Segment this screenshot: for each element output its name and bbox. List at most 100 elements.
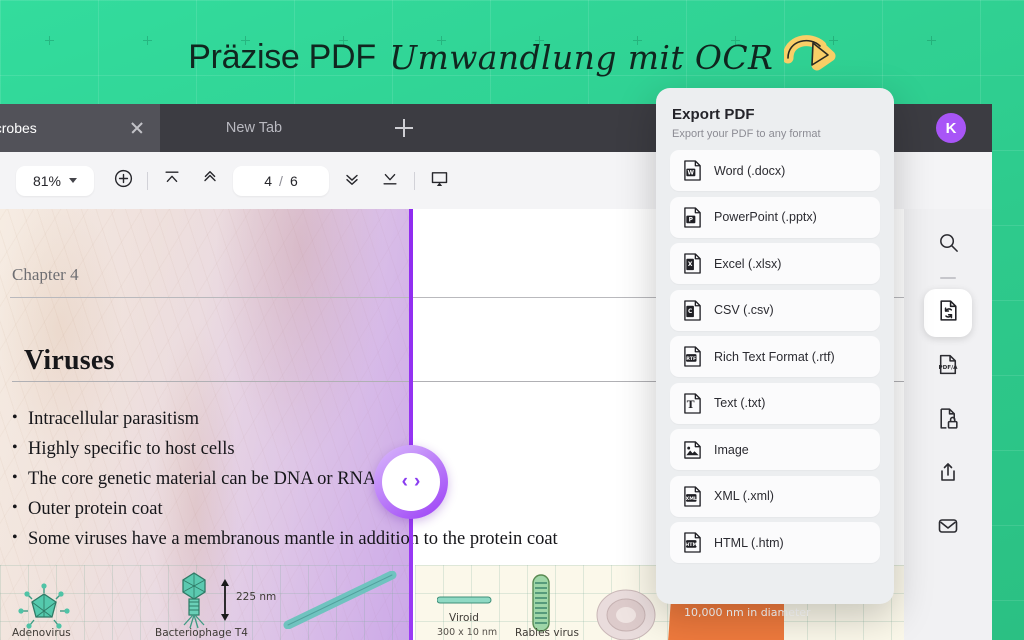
figure-size-viroid: 300 x 10 nm: [437, 627, 498, 638]
grid-plus-marker: [829, 36, 838, 45]
plus-icon: [395, 119, 413, 137]
export-format-list: W Word (.docx) P PowerPoint (.pptx) X Ex…: [656, 150, 894, 563]
file-excel-icon: X: [683, 253, 702, 274]
grid-plus-marker: [731, 36, 740, 45]
prev-page-button[interactable]: [191, 162, 229, 200]
tools-rail: PDF/A: [904, 209, 992, 640]
figure-label-viroid: Viroid: [449, 612, 479, 624]
export-option-xml-label: XML (.xml): [714, 489, 774, 503]
viroid-figure-icon: [437, 596, 492, 604]
figure-label-adenovirus: Adenovirus: [12, 627, 71, 639]
jump-to-first-page-icon: [162, 168, 182, 193]
list-item: Intracellular parasitism: [8, 403, 411, 434]
pdf-a-button[interactable]: PDF/A: [924, 343, 972, 391]
grid-plus-marker: [535, 36, 544, 45]
chevron-right-icon: ›: [414, 471, 421, 492]
file-ppt-icon: P: [683, 206, 702, 228]
svg-text:XML: XML: [686, 495, 697, 501]
next-page-button[interactable]: [333, 162, 371, 200]
protect-pdf-button[interactable]: [924, 397, 972, 445]
page-total: 6: [289, 172, 298, 189]
present-mode-button[interactable]: [420, 162, 458, 200]
comparison-slider-handle-inner: ‹ ›: [382, 453, 440, 511]
toolbar-divider: [147, 171, 148, 190]
export-option-powerpoint-label: PowerPoint (.pptx): [714, 210, 817, 224]
measurement-arrow-icon: [221, 579, 229, 621]
bacteriophage-figure-icon: [182, 572, 206, 629]
bullet-list-before: Intracellular parasitism Highly specific…: [8, 403, 411, 554]
export-option-xml[interactable]: XML XML (.xml): [670, 475, 880, 517]
export-pdf-panel: Export PDF Export your PDF to any format…: [656, 88, 894, 604]
svg-text:T: T: [687, 399, 695, 411]
svg-text:PDF/A: PDF/A: [938, 365, 958, 371]
chevron-down-double-icon: [342, 168, 362, 193]
export-option-word-label: Word (.docx): [714, 163, 786, 178]
list-item: Some viruses have a membranous mantle in…: [8, 523, 411, 554]
export-panel-subtitle: Export your PDF to any format: [672, 128, 821, 140]
page-current: 4: [264, 172, 273, 189]
chapter-label-before: Chapter 4: [12, 265, 79, 284]
tab-new-tab[interactable]: New Tab: [160, 104, 348, 152]
export-option-word[interactable]: W Word (.docx): [670, 150, 880, 191]
close-icon[interactable]: [128, 119, 146, 137]
export-option-powerpoint[interactable]: P PowerPoint (.pptx): [670, 196, 880, 238]
list-item: The core genetic material can be DNA or …: [8, 463, 411, 494]
share-icon: [936, 460, 960, 489]
email-icon: [936, 514, 960, 543]
email-button[interactable]: [924, 505, 972, 553]
chevron-down-icon: [69, 178, 78, 183]
grid-plus-marker: [633, 36, 642, 45]
blood-cell-figure-icon: [596, 589, 656, 640]
first-page-button[interactable]: [153, 162, 191, 200]
export-option-excel[interactable]: X Excel (.xlsx): [670, 243, 880, 284]
export-option-image[interactable]: Image: [670, 429, 880, 470]
share-button[interactable]: [924, 451, 972, 499]
toolbar-divider-2: [414, 171, 415, 190]
adenovirus-figure-icon: [18, 583, 70, 629]
tab-microbes[interactable]: Microbes: [0, 104, 160, 152]
comparison-slider-handle[interactable]: ‹ ›: [374, 445, 448, 519]
export-option-rtf-label: Rich Text Format (.rtf): [714, 349, 835, 364]
page-number-input[interactable]: 4 / 6: [233, 165, 329, 196]
rule-top-before: [10, 297, 411, 298]
export-option-text-label: Text (.txt): [714, 396, 766, 410]
page-separator: /: [279, 172, 283, 189]
add-page-button[interactable]: [104, 162, 142, 200]
avatar[interactable]: K: [936, 113, 966, 143]
file-word-icon: W: [683, 160, 702, 181]
export-option-csv-label: CSV (.csv): [714, 303, 774, 317]
document-title-before: Viruses: [24, 345, 115, 376]
svg-text:C: C: [688, 309, 692, 315]
add-tab-button[interactable]: [380, 104, 428, 152]
list-item: Highly specific to host cells: [8, 433, 411, 464]
rabies-virus-figure-icon: [532, 574, 550, 632]
grid-plus-marker: [927, 36, 936, 45]
file-image-icon: [683, 439, 702, 460]
svg-text:X: X: [688, 262, 693, 268]
grid-plus-marker: [437, 36, 446, 45]
convert-pdf-button[interactable]: [924, 288, 972, 337]
figure-size-blood-cell: 10,000 nm in diameter: [684, 606, 811, 619]
pdf-a-icon: PDF/A: [936, 352, 961, 382]
export-option-html[interactable]: HTM HTML (.htm): [670, 522, 880, 563]
zoom-level-select[interactable]: 81%: [16, 165, 94, 196]
svg-text:HTM: HTM: [685, 542, 697, 548]
file-csv-icon: C: [683, 299, 702, 321]
file-xml-icon: XML: [683, 485, 702, 507]
jump-to-last-page-icon: [380, 168, 400, 193]
search-button[interactable]: [924, 221, 972, 269]
list-item: Outer protein coat: [8, 493, 411, 524]
tab-new-tab-label: New Tab: [225, 120, 283, 136]
svg-text:P: P: [689, 217, 694, 223]
export-option-text[interactable]: T Text (.txt): [670, 382, 880, 424]
export-option-rtf[interactable]: RTF Rich Text Format (.rtf): [670, 336, 880, 377]
plus-circle-icon: [113, 168, 134, 194]
svg-text:RTF: RTF: [686, 356, 696, 362]
svg-text:W: W: [688, 170, 695, 176]
export-option-csv[interactable]: C CSV (.csv): [670, 289, 880, 331]
figure-size-bacteriophage: 225 nm: [236, 591, 277, 603]
export-panel-title: Export PDF: [672, 106, 755, 123]
grid-plus-marker: [143, 36, 152, 45]
convert-pdf-icon: [936, 298, 961, 328]
last-page-button[interactable]: [371, 162, 409, 200]
